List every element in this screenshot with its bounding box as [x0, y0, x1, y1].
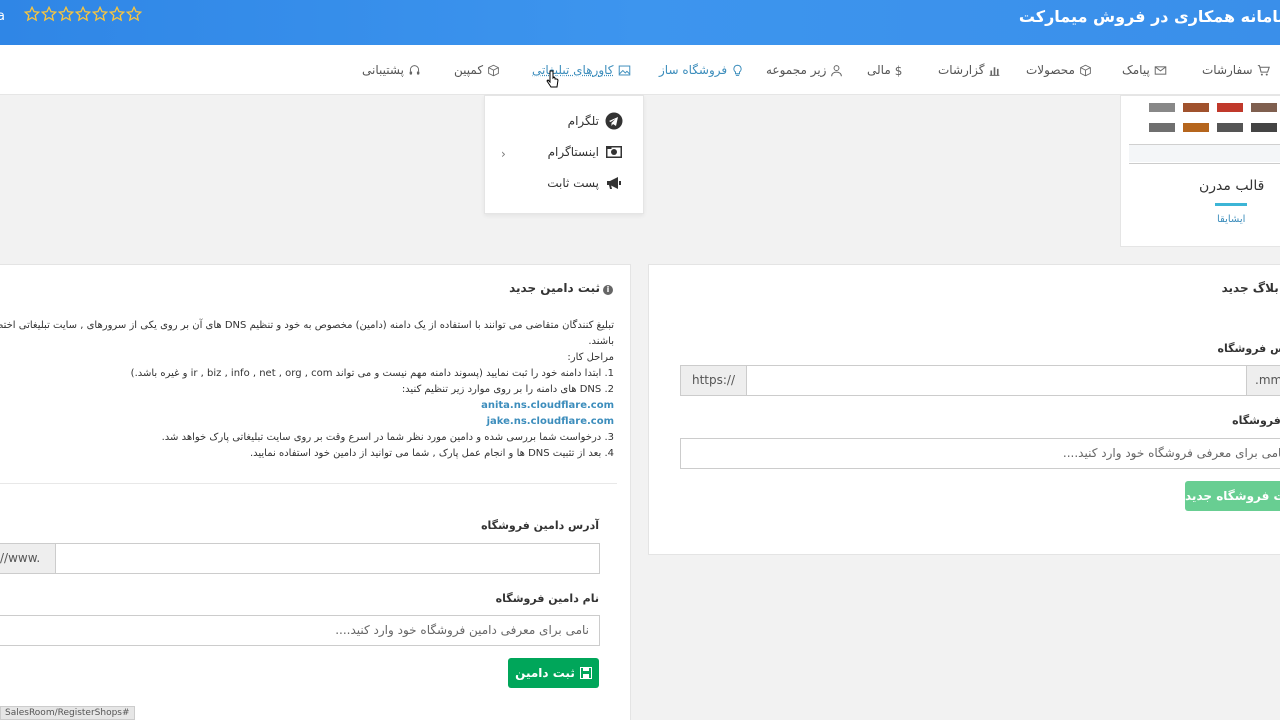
- store-address-input[interactable]: [746, 365, 1247, 396]
- envelope-icon: [1154, 64, 1167, 77]
- panel-divider: [0, 483, 617, 484]
- dollar-icon: $: [895, 64, 903, 77]
- user-icon: [830, 64, 843, 77]
- nav-label: پیامک: [1122, 63, 1150, 77]
- chevron-right-icon: ›: [501, 147, 506, 161]
- new-store-panel: ثبت بلاگ جدید آدرس فروشگاه https:// .mm …: [648, 264, 1280, 555]
- desc-line: 1. ابتدا دامنه خود را ثبت نمایید (پسوند …: [0, 366, 614, 382]
- nav-products[interactable]: محصولات: [1026, 60, 1092, 80]
- desc-line: تبلیغ کنندگان متقاضی می توانند با استفاد…: [0, 318, 614, 334]
- main-navbar: سفارشات پیامک محصولات گزارشات $ مالی زیر…: [0, 45, 1280, 95]
- template-title: قالب مدرن: [1199, 178, 1264, 194]
- domain-name-label: نام دامین فروشگاه: [496, 592, 599, 605]
- cart-icon: [1257, 64, 1270, 77]
- domain-prefix-addon: //www.: [0, 543, 56, 574]
- nav-orders[interactable]: سفارشات: [1202, 60, 1270, 80]
- bar-chart-icon: [988, 64, 1001, 77]
- rating-stars[interactable]: [24, 6, 142, 22]
- new-store-label: ثبت فروشگاه جدید: [1185, 489, 1280, 503]
- banner-fragment: a: [0, 9, 5, 24]
- star-icon[interactable]: [126, 6, 142, 22]
- save-icon: [580, 667, 592, 679]
- nav-subsets[interactable]: زیر مجموعه: [766, 60, 843, 80]
- domain-panel-title-text: ثبت دامین جدید: [509, 281, 600, 295]
- ad-covers-dropdown: تلگرام اینستاگرام › پست ثابت: [484, 95, 644, 214]
- nav-label: مالی: [867, 63, 891, 77]
- desc-line: 2. DNS های دامنه را بر روی موارد زیر تنظ…: [0, 382, 614, 398]
- nav-support[interactable]: پشتیبانی: [362, 60, 421, 80]
- headset-icon: [408, 64, 421, 77]
- star-icon[interactable]: [58, 6, 74, 22]
- nameserver-1: anita.ns.cloudflare.com: [0, 398, 614, 414]
- status-url: SalesRoom/RegisterShops#: [0, 706, 135, 720]
- image-icon: [618, 64, 631, 77]
- desc-line: باشند.: [0, 334, 614, 350]
- new-store-button[interactable]: ثبت فروشگاه جدید: [1185, 481, 1280, 511]
- nav-finance[interactable]: $ مالی: [867, 60, 902, 80]
- domain-suffix-addon: .mm: [1246, 365, 1280, 396]
- nav-label: فروشگاه ساز: [659, 63, 727, 77]
- nav-label: پشتیبانی: [362, 63, 404, 77]
- store-name-input[interactable]: نامی برای معرفی فروشگاه خود وارد کنید...…: [680, 438, 1280, 469]
- register-domain-label: ثبت دامین: [515, 666, 575, 680]
- mouse-cursor-icon: [546, 70, 560, 90]
- nav-sms[interactable]: پیامک: [1122, 60, 1167, 80]
- star-icon[interactable]: [109, 6, 125, 22]
- domain-address-label: آدرس دامین فروشگاه: [481, 519, 599, 532]
- desc-line: مراحل کار:: [0, 350, 614, 366]
- template-card[interactable]: قالب مدرن ایشایقا: [1120, 95, 1280, 247]
- store-address-label: آدرس فروشگاه: [1218, 342, 1280, 355]
- template-preview-link[interactable]: ایشایقا: [1217, 214, 1245, 225]
- dropdown-item-instagram[interactable]: اینستاگرام: [548, 143, 623, 161]
- nav-label: سفارشات: [1202, 63, 1253, 77]
- dropdown-label: پست ثابت: [547, 176, 599, 190]
- cube-icon: [1079, 64, 1092, 77]
- domain-name-input[interactable]: نامی برای معرفی دامین فروشگاه خود وارد ک…: [0, 615, 600, 646]
- nav-label: محصولات: [1026, 63, 1075, 77]
- domain-name-placeholder: نامی برای معرفی دامین فروشگاه خود وارد ک…: [335, 623, 589, 637]
- nav-reports[interactable]: گزارشات: [938, 60, 1001, 80]
- dropdown-label: اینستاگرام: [548, 145, 599, 159]
- domain-address-input[interactable]: [55, 543, 600, 574]
- store-name-label: نام فروشگاه: [1232, 414, 1280, 427]
- nav-campaign[interactable]: کمپین: [454, 60, 500, 80]
- desc-line: 4. بعد از تثبیت DNS ها و انجام عمل پارک …: [0, 446, 614, 462]
- register-domain-button[interactable]: ثبت دامین: [508, 658, 599, 688]
- nav-label: گزارشات: [938, 63, 984, 77]
- https-prefix-addon: https://: [680, 365, 747, 396]
- dropdown-label: تلگرام: [568, 114, 599, 128]
- nav-label: زیر مجموعه: [766, 63, 826, 77]
- star-icon[interactable]: [92, 6, 108, 22]
- domain-description: تبلیغ کنندگان متقاضی می توانند با استفاد…: [0, 318, 614, 462]
- template-thumbnail: [1129, 96, 1280, 164]
- nav-store-builder[interactable]: فروشگاه ساز: [659, 60, 744, 80]
- lightbulb-icon: [731, 64, 744, 77]
- nav-label: کمپین: [454, 63, 483, 77]
- nameserver-2: jake.ns.cloudflare.com: [0, 414, 614, 430]
- info-icon: i: [603, 285, 613, 295]
- top-banner: سامانه همکاری در فروش میمارکت a: [0, 0, 1280, 45]
- megaphone-icon: [605, 174, 623, 192]
- star-icon[interactable]: [24, 6, 40, 22]
- star-icon[interactable]: [75, 6, 91, 22]
- desc-line: 3. درخواست شما بررسی شده و دامین مورد نظ…: [0, 430, 614, 446]
- domain-panel-title: iثبت دامین جدید: [509, 281, 613, 295]
- store-panel-title: ثبت بلاگ جدید: [1222, 281, 1280, 295]
- register-domain-panel: iثبت دامین جدید تبلیغ کنندگان متقاضی می …: [0, 264, 631, 720]
- camera-icon: [605, 143, 623, 161]
- template-underline: [1215, 203, 1247, 206]
- banner-title: سامانه همکاری در فروش میمارکت: [1019, 7, 1280, 26]
- star-icon[interactable]: [41, 6, 57, 22]
- store-name-placeholder: نامی برای معرفی فروشگاه خود وارد کنید...…: [1063, 446, 1280, 460]
- nav-label: کاورهای تبلیغاتی: [532, 63, 614, 77]
- dropdown-item-telegram[interactable]: تلگرام: [568, 112, 623, 130]
- dropdown-item-fixed-post[interactable]: پست ثابت: [547, 174, 623, 192]
- telegram-icon: [605, 112, 623, 130]
- cube-icon: [487, 64, 500, 77]
